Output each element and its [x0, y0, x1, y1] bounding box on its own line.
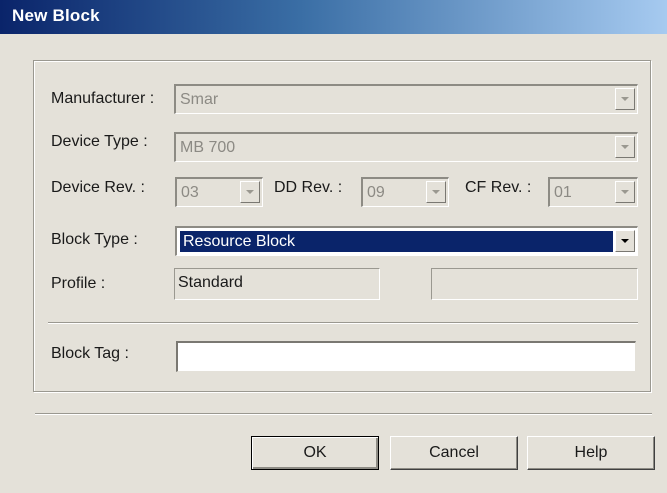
new-block-dialog: New Block Manufacturer : Smar Device Typ…	[0, 0, 667, 493]
device-rev-select[interactable]: 03	[175, 177, 263, 207]
group-separator	[48, 322, 638, 324]
help-button[interactable]: Help	[527, 436, 655, 470]
profile-field: Standard	[174, 268, 380, 300]
dialog-separator	[35, 413, 652, 415]
block-type-select[interactable]: Resource Block	[175, 226, 638, 256]
cf-rev-label: CF Rev. :	[465, 179, 532, 196]
block-type-value: Resource Block	[183, 233, 296, 250]
profile-label: Profile :	[51, 275, 106, 292]
dd-rev-value: 09	[367, 184, 385, 201]
manufacturer-select[interactable]: Smar	[174, 84, 638, 114]
manufacturer-value: Smar	[180, 91, 219, 108]
cf-rev-select[interactable]: 01	[548, 177, 638, 207]
device-rev-label: Device Rev. :	[51, 179, 145, 196]
manufacturer-dropdown-arrow-icon[interactable]	[615, 88, 635, 110]
block-tag-input[interactable]	[176, 341, 636, 372]
title-bar[interactable]: New Block	[0, 0, 667, 34]
dialog-title: New Block	[12, 6, 100, 25]
device-rev-dropdown-arrow-icon[interactable]	[240, 181, 260, 203]
cancel-button[interactable]: Cancel	[390, 436, 518, 470]
device-rev-value: 03	[181, 184, 199, 201]
dd-rev-dropdown-arrow-icon[interactable]	[426, 181, 446, 203]
dd-rev-select[interactable]: 09	[361, 177, 449, 207]
device-type-value: MB 700	[180, 139, 236, 156]
block-tag-label: Block Tag :	[51, 345, 129, 362]
cf-rev-value: 01	[554, 184, 572, 201]
profile-value: Standard	[178, 274, 243, 291]
profile-secondary-field	[431, 268, 638, 300]
device-type-label: Device Type :	[51, 133, 148, 150]
device-type-select[interactable]: MB 700	[174, 132, 638, 162]
block-type-dropdown-arrow-icon[interactable]	[615, 230, 635, 252]
dd-rev-label: DD Rev. :	[274, 179, 343, 196]
ok-button[interactable]: OK	[251, 436, 379, 470]
manufacturer-label: Manufacturer :	[51, 90, 155, 107]
block-type-label: Block Type :	[51, 231, 138, 248]
cf-rev-dropdown-arrow-icon[interactable]	[615, 181, 635, 203]
device-type-dropdown-arrow-icon[interactable]	[615, 136, 635, 158]
